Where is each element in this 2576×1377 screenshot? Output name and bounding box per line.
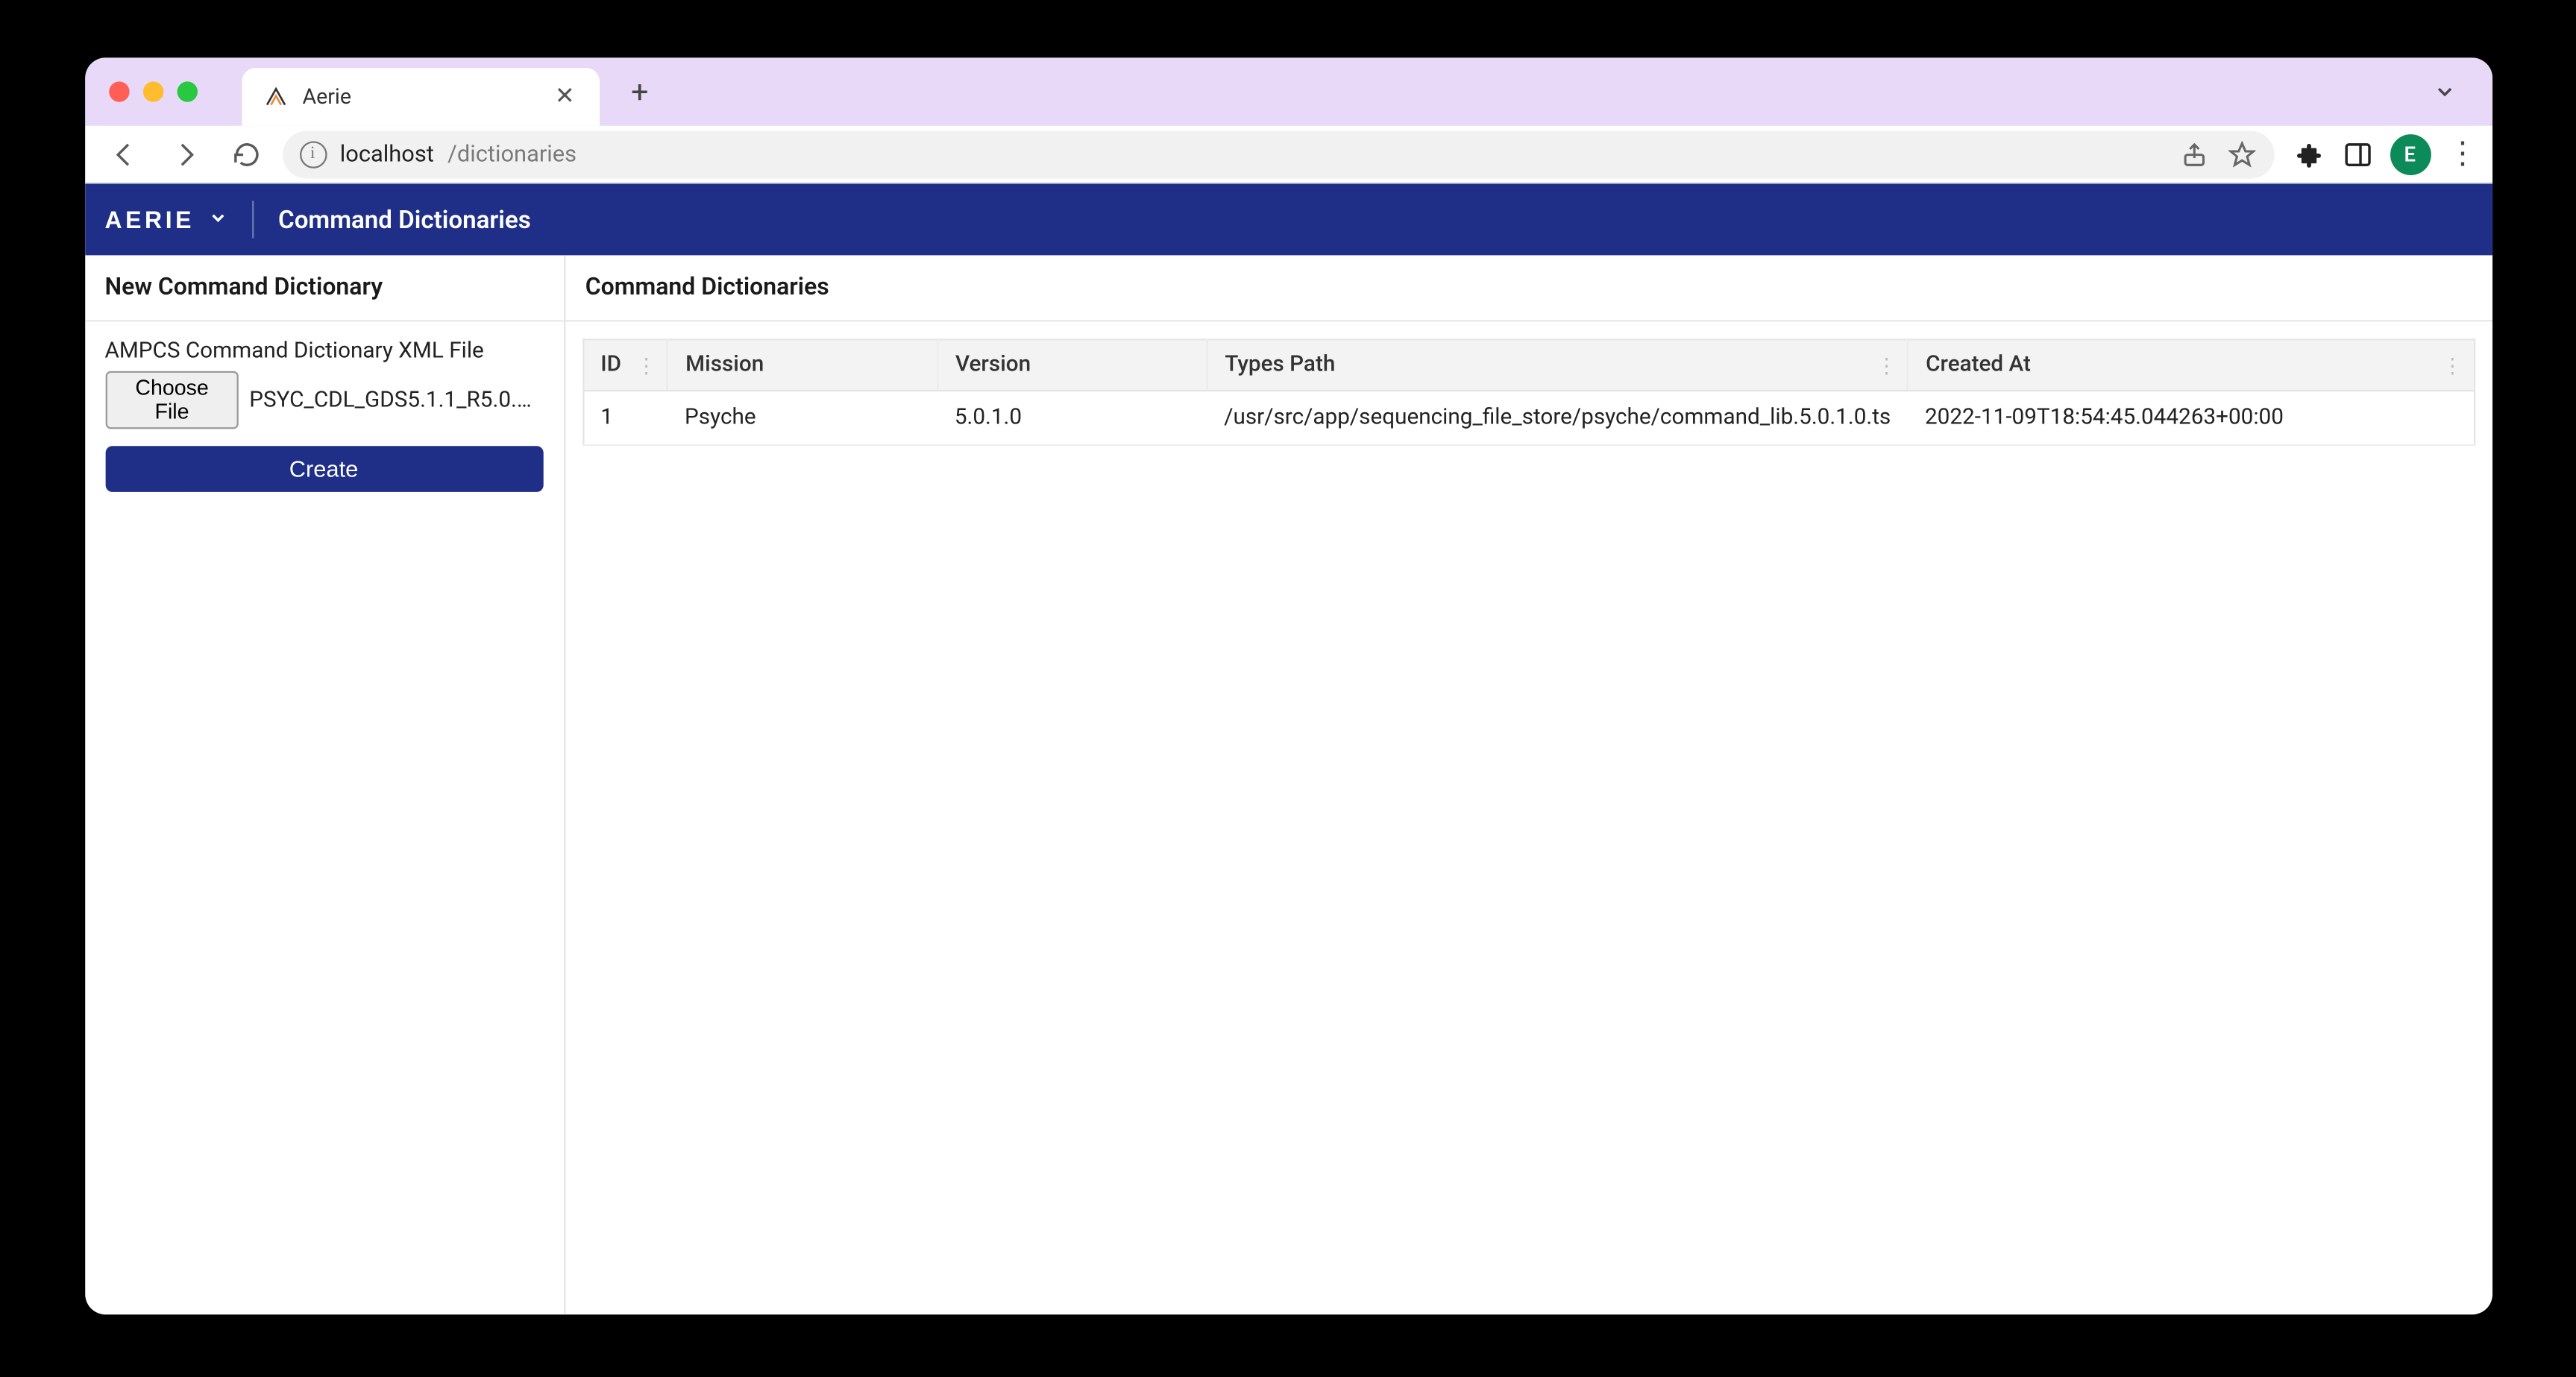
main-panel: Command Dictionaries ID ⋮ Mission — [565, 255, 2492, 1314]
col-header-version[interactable]: Version — [937, 339, 1207, 391]
col-header-created-at[interactable]: Created At ⋮ — [1908, 339, 2474, 391]
file-input-label: AMPCS Command Dictionary XML File — [104, 338, 542, 364]
browser-tab-active[interactable]: Aerie ✕ — [241, 68, 599, 126]
site-info-icon[interactable]: i — [299, 140, 327, 168]
table-header-row: ID ⋮ Mission Version Types — [582, 339, 2474, 391]
tab-close-button[interactable]: ✕ — [551, 83, 579, 110]
tab-list-chevron-icon[interactable] — [2420, 68, 2468, 116]
cell-created-at: 2022-11-09T18:54:45.044263+00:00 — [1908, 391, 2474, 445]
cell-types-path: /usr/src/app/sequencing_file_store/psych… — [1207, 391, 1908, 445]
url-host: localhost — [340, 140, 434, 168]
tab-favicon-icon — [262, 83, 289, 110]
table-wrap: ID ⋮ Mission Version Types — [565, 321, 2492, 1314]
col-menu-icon[interactable]: ⋮ — [636, 353, 656, 376]
choose-file-button[interactable]: Choose File — [104, 371, 239, 429]
address-bar[interactable]: i localhost/dictionaries — [282, 130, 2273, 177]
cell-mission: Psyche — [667, 391, 937, 445]
cell-version: 5.0.1.0 — [937, 391, 1207, 445]
window-controls — [108, 81, 197, 101]
cell-id: 1 — [582, 391, 667, 445]
window-close-button[interactable] — [108, 81, 128, 101]
share-icon[interactable] — [2178, 139, 2209, 169]
toolbar-right-icons: E ⋮ — [2294, 133, 2478, 174]
col-header-mission[interactable]: Mission — [667, 339, 937, 391]
col-header-created-at-label: Created At — [1926, 352, 2031, 377]
window-minimize-button[interactable] — [142, 81, 163, 101]
header-divider — [253, 201, 254, 238]
sidebar-heading: New Command Dictionary — [84, 255, 563, 321]
browser-window: Aerie ✕ + i localhost/dictionaries — [84, 57, 2492, 1314]
browser-toolbar: i localhost/dictionaries — [84, 125, 2492, 183]
table-row[interactable]: 1 Psyche 5.0.1.0 /usr/src/app/sequencing… — [582, 391, 2474, 445]
browser-tab-strip: Aerie ✕ + — [84, 57, 2492, 125]
url-path: /dictionaries — [447, 140, 577, 168]
browser-menu-icon[interactable]: ⋮ — [2448, 139, 2478, 169]
main-heading: Command Dictionaries — [565, 255, 2492, 321]
side-panel-icon[interactable] — [2342, 139, 2372, 169]
col-menu-icon[interactable]: ⋮ — [2443, 353, 2463, 376]
new-tab-button[interactable]: + — [616, 68, 664, 116]
col-menu-icon[interactable]: ⋮ — [1876, 353, 1897, 376]
app-header: AERIE Command Dictionaries — [84, 183, 2492, 255]
create-button[interactable]: Create — [104, 446, 542, 492]
nav-reload-button[interactable] — [221, 128, 272, 180]
col-header-id-label: ID — [600, 352, 621, 377]
nav-back-button[interactable] — [98, 128, 149, 180]
brand-menu[interactable]: AERIE — [104, 206, 228, 233]
col-header-types-path[interactable]: Types Path ⋮ — [1207, 339, 1908, 391]
sidebar-panel: New Command Dictionary AMPCS Command Dic… — [84, 255, 565, 1314]
page-title: Command Dictionaries — [278, 205, 531, 234]
tab-title: Aerie — [302, 84, 537, 110]
nav-forward-button[interactable] — [160, 128, 211, 180]
profile-avatar[interactable]: E — [2390, 133, 2431, 174]
viewport: Aerie ✕ + i localhost/dictionaries — [0, 1, 2576, 1376]
extensions-icon[interactable] — [2294, 139, 2325, 169]
bookmark-star-icon[interactable] — [2226, 139, 2257, 169]
window-maximize-button[interactable] — [176, 81, 196, 101]
col-header-version-label: Version — [955, 352, 1031, 377]
content-area: New Command Dictionary AMPCS Command Dic… — [84, 255, 2492, 1314]
dictionaries-table: ID ⋮ Mission Version Types — [582, 338, 2475, 446]
col-header-types-path-label: Types Path — [1225, 352, 1335, 377]
file-input-row: Choose File PSYC_CDL_GDS5.1.1_R5.0.1.xml — [104, 371, 542, 429]
sidebar-body: AMPCS Command Dictionary XML File Choose… — [84, 321, 563, 508]
col-header-id[interactable]: ID ⋮ — [582, 339, 667, 391]
brand-logo-text: AERIE — [104, 206, 195, 233]
col-header-mission-label: Mission — [685, 352, 764, 377]
selected-file-name: PSYC_CDL_GDS5.1.1_R5.0.1.xml — [249, 387, 542, 412]
chevron-down-icon — [208, 207, 228, 232]
